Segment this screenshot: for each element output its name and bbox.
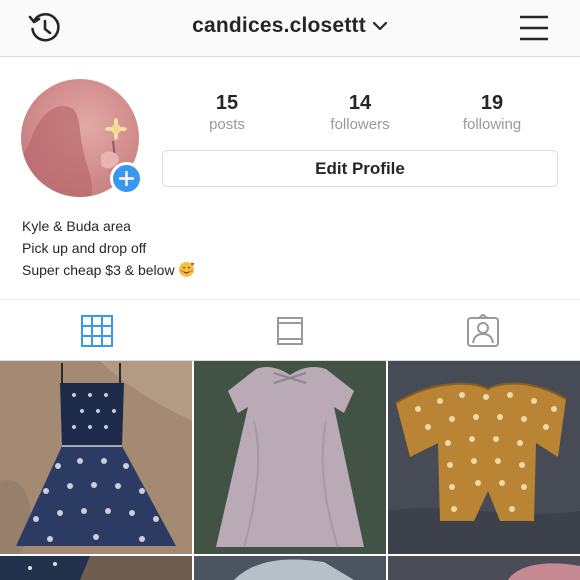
edit-profile-button[interactable]: Edit Profile — [162, 150, 558, 187]
post-thumbnail[interactable] — [0, 556, 192, 580]
chevron-down-icon — [372, 22, 388, 31]
smiling-face-with-hearts-icon — [178, 262, 194, 277]
following-label: following — [462, 116, 522, 133]
username-switcher[interactable]: candices.closettt — [0, 14, 580, 38]
username: candices.closettt — [192, 14, 366, 37]
stat-following[interactable]: 19 following — [442, 91, 542, 135]
stat-posts[interactable]: 15 posts — [177, 91, 277, 135]
bio-line: Pick up and drop off — [22, 240, 147, 256]
post-thumbnail[interactable] — [194, 556, 386, 580]
post-thumbnail[interactable] — [0, 361, 192, 554]
following-count: 19 — [480, 92, 504, 114]
bio-line: Super cheap $3 & below — [22, 262, 175, 278]
post-thumbnail[interactable] — [194, 361, 386, 554]
stat-followers[interactable]: 14 followers — [310, 91, 410, 135]
bio-line: Kyle & Buda area — [22, 218, 131, 234]
bio: Kyle & Buda area Pick up and drop off Su… — [22, 215, 195, 281]
post-thumbnail[interactable] — [388, 361, 580, 554]
posts-grid — [0, 361, 580, 580]
profile-tabs — [0, 299, 580, 361]
followers-count: 14 — [348, 92, 372, 114]
followers-label: followers — [330, 116, 390, 133]
posts-label: posts — [209, 116, 245, 133]
tagged-icon[interactable] — [466, 314, 500, 348]
grid-icon[interactable] — [80, 314, 114, 348]
menu-icon[interactable] — [518, 13, 550, 43]
add-story-badge[interactable] — [110, 162, 143, 195]
top-bar: candices.closettt — [0, 0, 580, 57]
list-icon[interactable] — [273, 314, 307, 348]
bio-line-with-emoji: Super cheap $3 & below — [22, 259, 195, 281]
plus-icon — [119, 171, 134, 186]
posts-count: 15 — [215, 92, 239, 114]
post-thumbnail[interactable] — [388, 556, 580, 580]
